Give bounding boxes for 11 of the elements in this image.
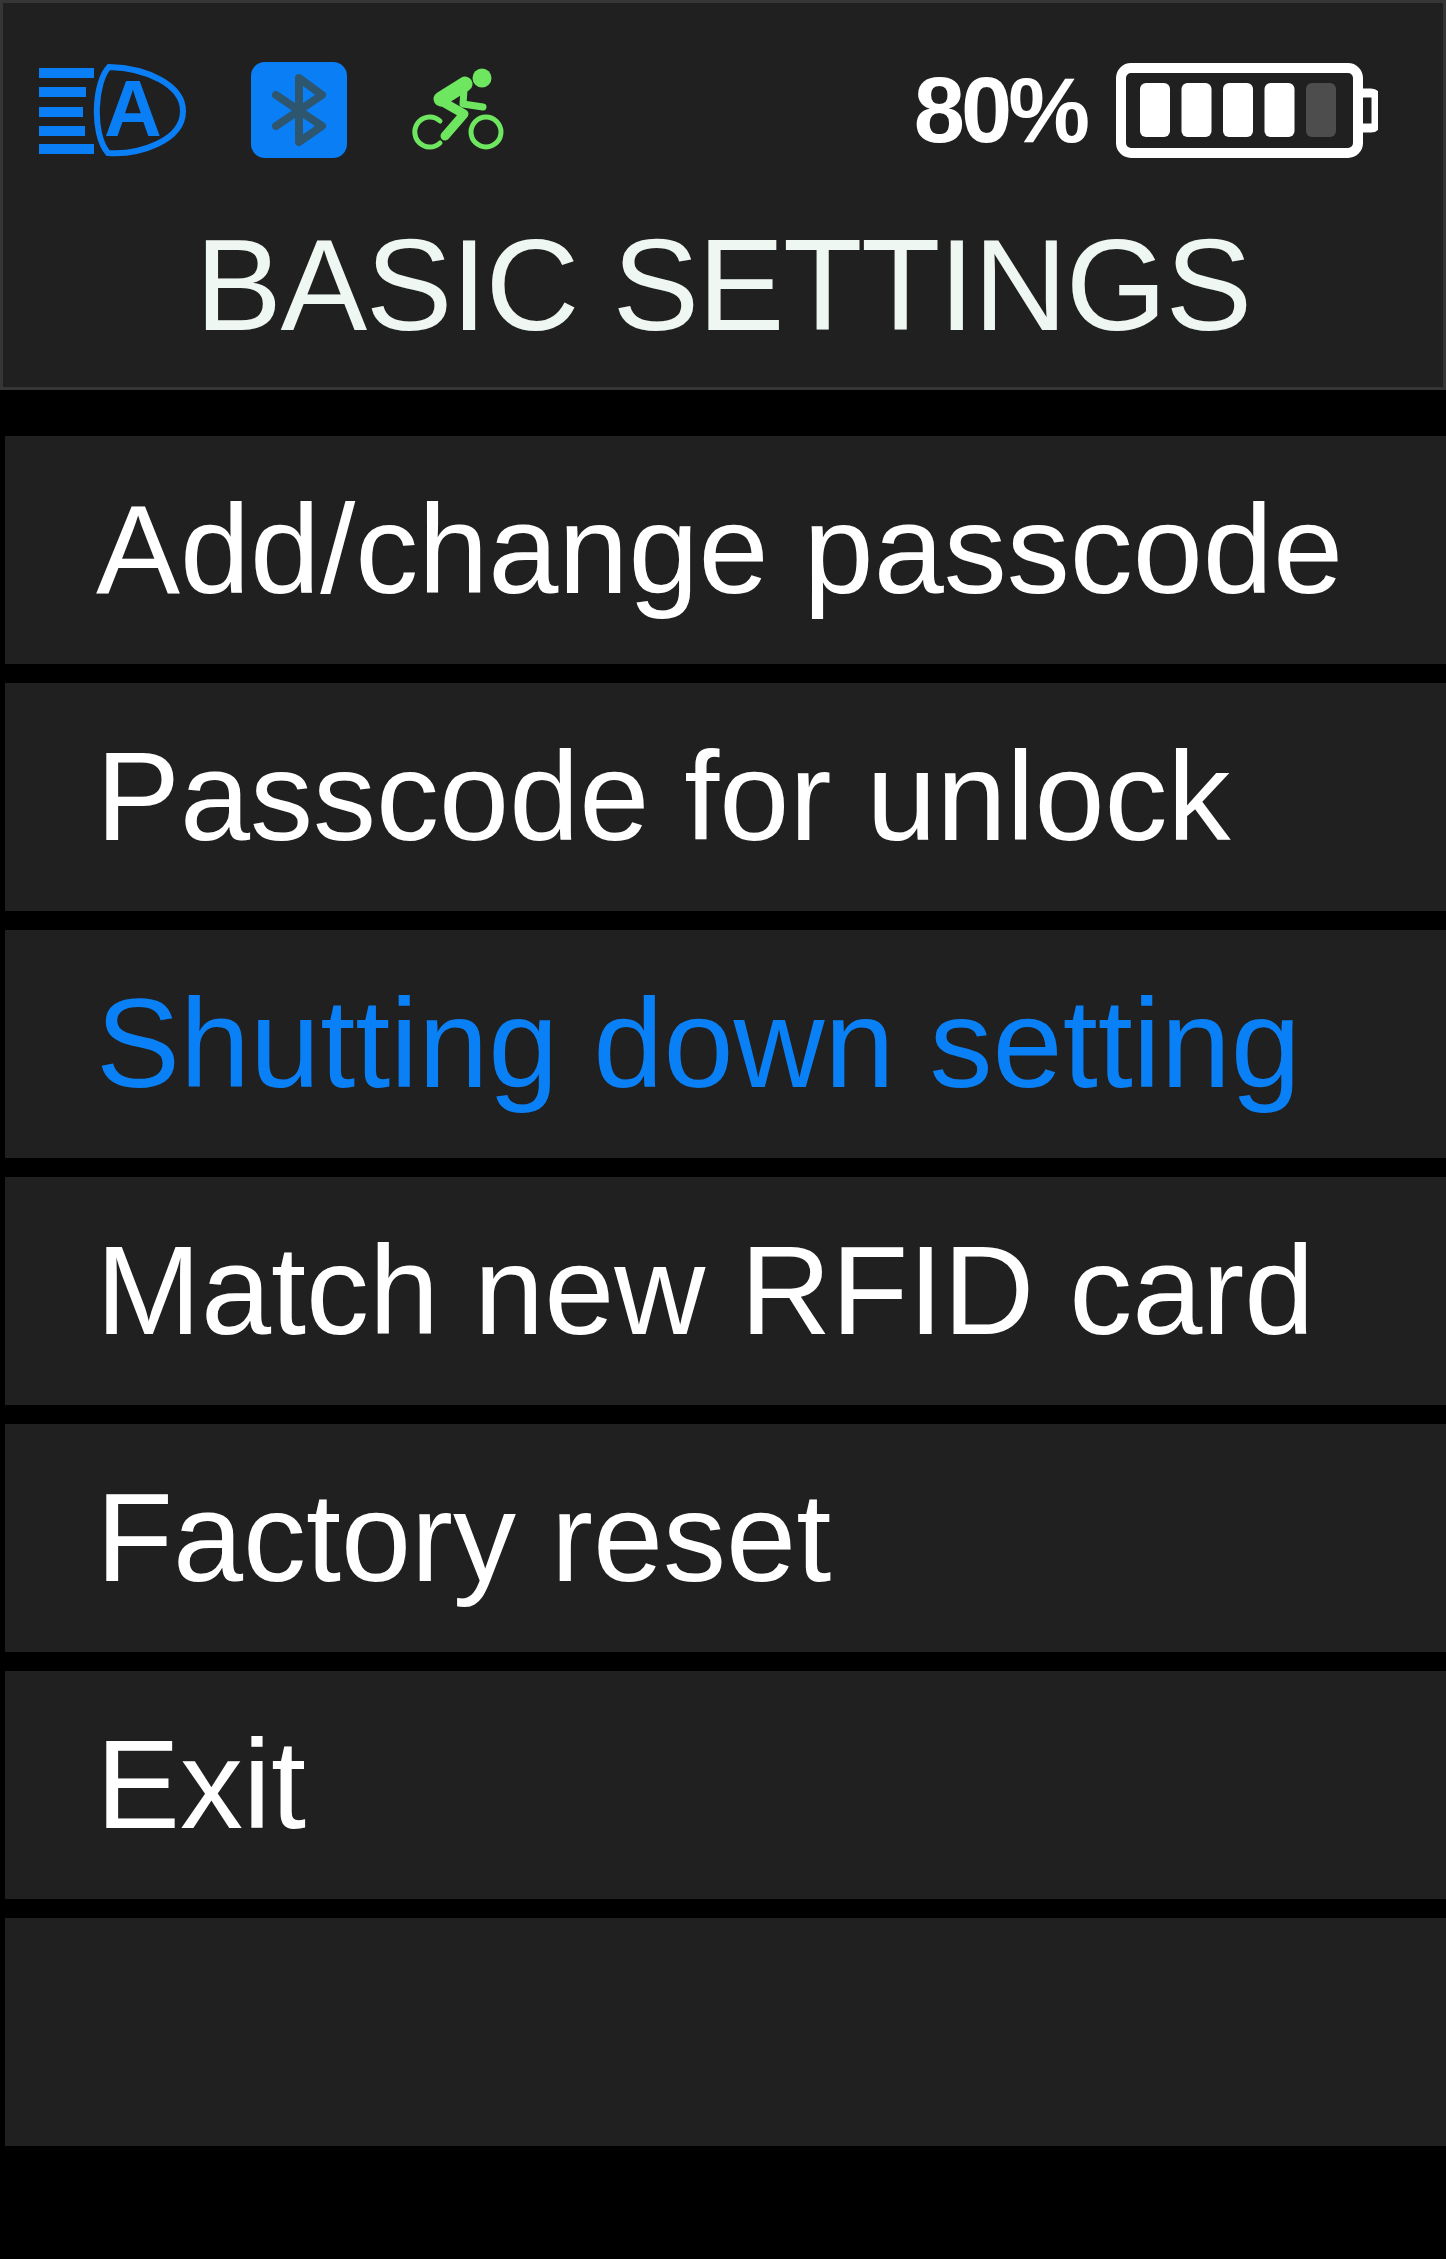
menu-item[interactable]: Add/change passcode xyxy=(5,436,1446,664)
battery-icon xyxy=(1116,62,1378,158)
menu-item[interactable]: Factory reset xyxy=(5,1424,1446,1652)
battery-percentage: 80% xyxy=(913,64,1086,156)
menu-item[interactable]: Passcode for unlock xyxy=(5,683,1446,911)
menu-item[interactable]: Match new RFID card xyxy=(5,1177,1446,1405)
screen-title: BASIC SETTINGS xyxy=(194,213,1252,359)
bluetooth-icon xyxy=(251,62,347,158)
menu-item[interactable]: Exit xyxy=(5,1671,1446,1899)
menu-item[interactable]: Shutting down setting xyxy=(5,930,1446,1158)
cyclist-icon xyxy=(409,68,505,152)
